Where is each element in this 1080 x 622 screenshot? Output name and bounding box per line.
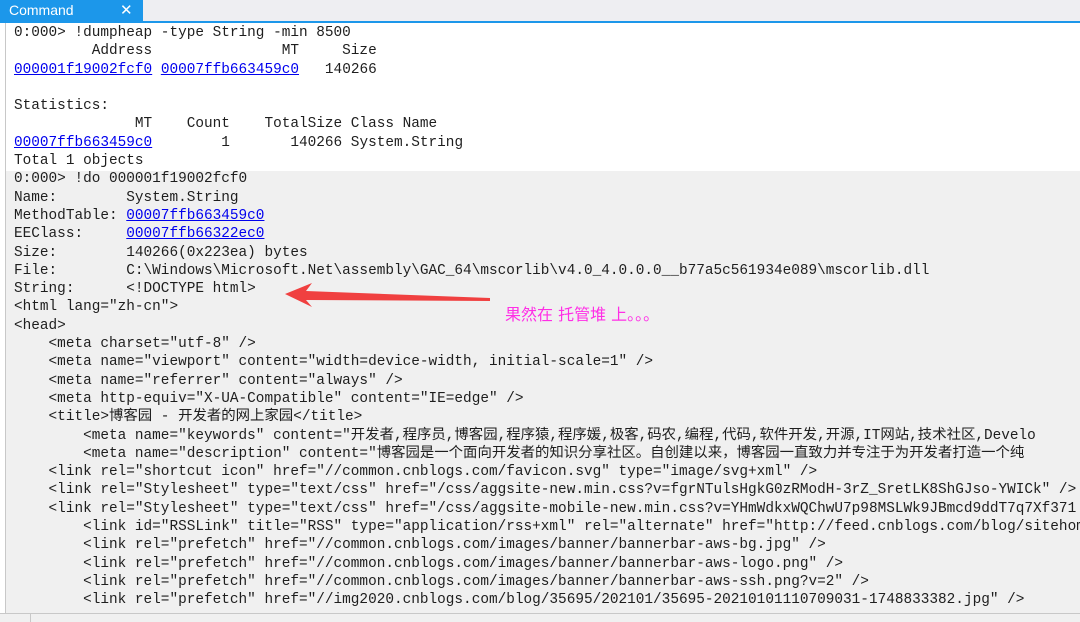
annotation-text: 果然在 托管堆 上。。。: [505, 305, 660, 324]
output-line: Size: 140266(0x223ea) bytes: [14, 244, 1080, 262]
output-text: <link rel="Stylesheet" type="text/css" h…: [14, 500, 1077, 517]
output-text: <html lang="zh-cn">: [14, 299, 179, 316]
output-text: 0:000> !do 000001f19002fcf0: [14, 171, 248, 188]
output-text: <meta name="description" content="博客园是一个…: [14, 445, 1025, 462]
output-line: <link rel="Stylesheet" type="text/css" h…: [14, 500, 1080, 518]
output-line: <meta name="referrer" content="always" /…: [14, 372, 1080, 390]
output-line: 00007ffb663459c0 1 140266 System.String: [14, 134, 1080, 152]
address-link[interactable]: 000001f19002fcf0: [14, 62, 152, 78]
output-text: MethodTable:: [14, 207, 127, 224]
output-text: <link rel="shortcut icon" href="//common…: [14, 464, 818, 481]
output-line: Total 1 objects: [14, 152, 1080, 170]
output-text: <title>博客园 - 开发者的网上家园</title>: [14, 409, 363, 426]
output-line: <link rel="prefetch" href="//common.cnbl…: [14, 573, 1080, 591]
output-line: <link rel="prefetch" href="//common.cnbl…: [14, 536, 1080, 554]
output-line: <link rel="Stylesheet" type="text/css" h…: [14, 481, 1080, 499]
address-link[interactable]: 00007ffb66322ec0: [126, 226, 264, 242]
tab-strip: Command ✕: [0, 0, 1080, 23]
output-text: Address MT Size: [14, 43, 377, 60]
output-text: String: <!DOCTYPE html>: [14, 281, 256, 298]
output-text: <link rel="prefetch" href="//common.cnbl…: [14, 573, 869, 590]
output-line: String: <!DOCTYPE html>: [14, 280, 1080, 298]
output-text: <meta name="viewport" content="width=dev…: [14, 354, 654, 371]
output-text: 0:000> !dumpheap -type String -min 8500: [14, 25, 351, 41]
output-line: <link rel="prefetch" href="//common.cnbl…: [14, 555, 1080, 573]
output-text: <meta http-equiv="X-UA-Compatible" conte…: [14, 390, 524, 407]
output-line: Name: System.String: [14, 189, 1080, 207]
output-text: Name: System.String: [14, 189, 239, 206]
output-text: <link rel="prefetch" href="//common.cnbl…: [14, 537, 826, 554]
output-text: <head>: [14, 317, 66, 334]
output-line: <meta http-equiv="X-UA-Compatible" conte…: [14, 390, 1080, 408]
address-link[interactable]: 00007ffb663459c0: [126, 208, 264, 224]
output-text: <link rel="prefetch" href="//common.cnbl…: [14, 555, 844, 572]
output-text: 1 140266 System.String: [152, 134, 464, 151]
output-text: Statistics:: [14, 98, 109, 115]
output-line: 0:000> !dumpheap -type String -min 8500: [14, 24, 1080, 42]
output-line: Statistics:: [14, 97, 1080, 115]
arrow-shape: [285, 283, 490, 307]
output-text: 140266: [299, 61, 377, 78]
output-text: Total 1 objects: [14, 153, 144, 170]
tab-command[interactable]: Command ✕: [0, 0, 143, 21]
output-line: <meta name="viewport" content="width=dev…: [14, 353, 1080, 371]
output-text: Size: 140266(0x223ea) bytes: [14, 244, 308, 261]
address-link[interactable]: 00007ffb663459c0: [14, 135, 152, 151]
output-text: <meta charset="utf-8" />: [14, 336, 256, 353]
output-text: MT Count TotalSize Class Name: [14, 116, 438, 133]
output-line: <meta name="keywords" content="开发者,程序员,博…: [14, 427, 1080, 445]
output-line: <link rel="shortcut icon" href="//common…: [14, 463, 1080, 481]
output-text: <link id="RSSLink" title="RSS" type="app…: [14, 519, 1080, 536]
close-icon[interactable]: ✕: [120, 0, 133, 21]
output-line: <meta name="description" content="博客园是一个…: [14, 445, 1080, 463]
output-line: <link id="RSSLink" title="RSS" type="app…: [14, 518, 1080, 536]
arrow-left-icon: [285, 283, 490, 307]
output-text: <meta name="referrer" content="always" /…: [14, 372, 403, 389]
output-line: MT Count TotalSize Class Name: [14, 115, 1080, 133]
output-line: <title>博客园 - 开发者的网上家园</title>: [14, 408, 1080, 426]
output-text: EEClass:: [14, 226, 127, 243]
output-line: <meta charset="utf-8" />: [14, 335, 1080, 353]
output-line: 0:000> !do 000001f19002fcf0: [14, 170, 1080, 188]
output-text: <link rel="Stylesheet" type="text/css" h…: [14, 482, 1077, 499]
output-line: MethodTable: 00007ffb663459c0: [14, 207, 1080, 225]
tab-label: Command: [9, 2, 74, 18]
address-link[interactable]: 00007ffb663459c0: [161, 62, 299, 78]
output-line: EEClass: 00007ffb66322ec0: [14, 225, 1080, 243]
output-text: <meta name="keywords" content="开发者,程序员,博…: [14, 427, 1036, 444]
output-line: File: C:\Windows\Microsoft.Net\assembly\…: [14, 262, 1080, 280]
output-line: Address MT Size: [14, 42, 1080, 60]
output-line: 000001f19002fcf0 00007ffb663459c0 140266: [14, 61, 1080, 79]
output-text: <link rel="prefetch" href="//img2020.cnb…: [14, 592, 1025, 609]
output-line: <link rel="prefetch" href="//img2020.cnb…: [14, 591, 1080, 609]
output-text: File: C:\Windows\Microsoft.Net\assembly\…: [14, 262, 930, 279]
